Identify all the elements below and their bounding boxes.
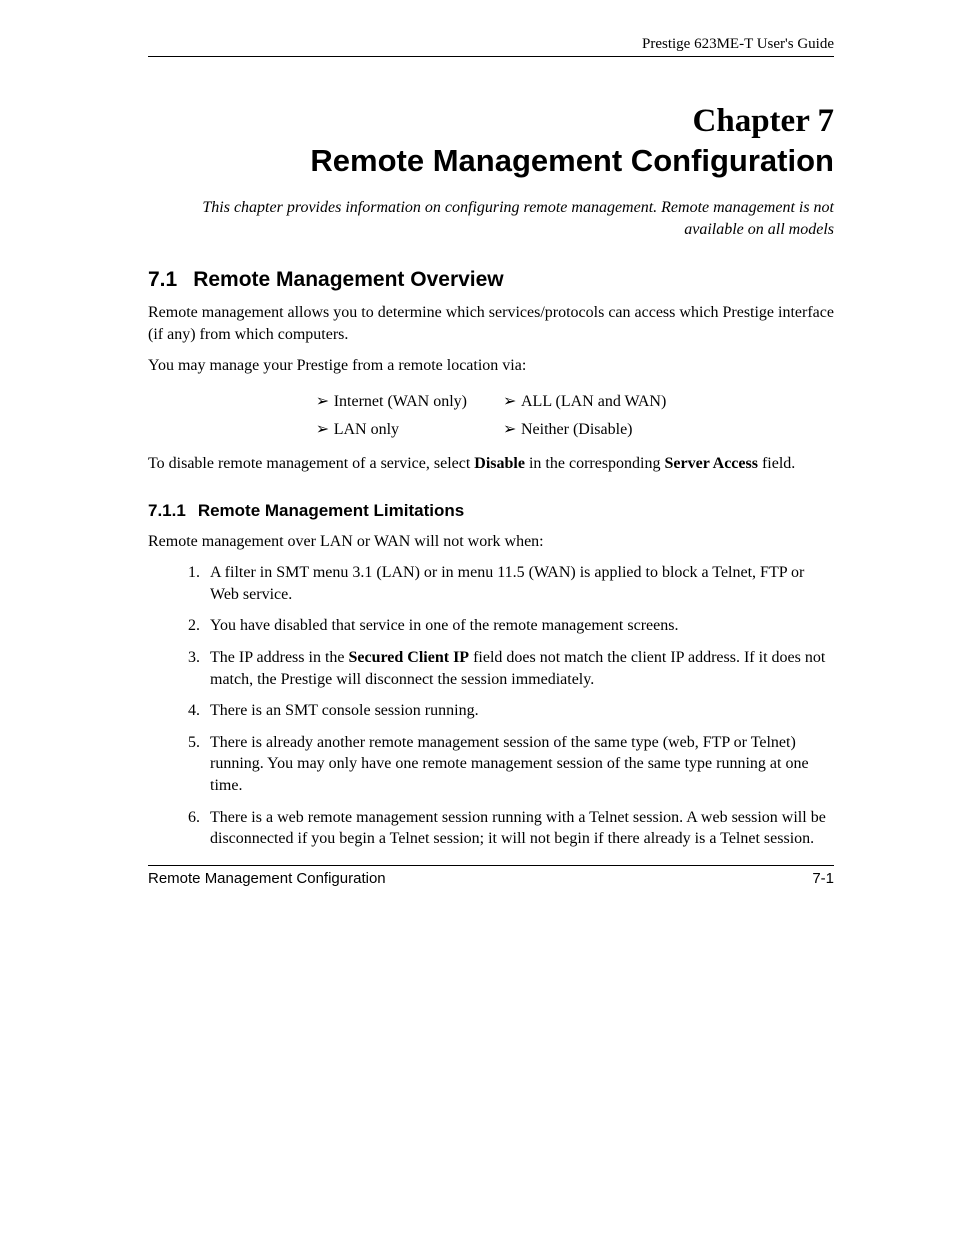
list-item: A filter in SMT menu 3.1 (LAN) or in men… (204, 562, 834, 605)
paragraph: Remote management over LAN or WAN will n… (148, 531, 834, 553)
page-footer: Remote Management Configuration 7-1 (148, 865, 834, 887)
paragraph: Remote management allows you to determin… (148, 302, 834, 345)
section-number: 7.1 (148, 268, 177, 291)
section-heading: 7.1 Remote Management Overview (148, 268, 834, 292)
bold-term: Server Access (665, 455, 758, 472)
triangle-right-icon: ➢ (503, 391, 521, 411)
header-text: Prestige 623ME-T User's Guide (642, 36, 834, 52)
footer-page-number: 7-1 (812, 870, 834, 887)
triangle-right-icon: ➢ (316, 391, 334, 411)
page: Prestige 623ME-T User's Guide Chapter 7 … (0, 0, 954, 1235)
list-item: The IP address in the Secured Client IP … (204, 647, 834, 690)
list-item: There is already another remote manageme… (204, 732, 834, 797)
subsection-number: 7.1.1 (148, 501, 186, 520)
list-item: There is a web remote management session… (204, 807, 834, 850)
list-item: You have disabled that service in one of… (204, 615, 834, 637)
option-item: Internet (WAN only) (334, 393, 467, 410)
bold-term: Disable (474, 455, 525, 472)
subsection-title: Remote Management Limitations (198, 501, 464, 520)
triangle-right-icon: ➢ (316, 419, 334, 439)
option-item: ALL (LAN and WAN) (521, 393, 666, 410)
subsection-heading: 7.1.1 Remote Management Limitations (148, 501, 834, 521)
section-title: Remote Management Overview (193, 268, 503, 291)
bold-term: Secured Client IP (348, 649, 469, 666)
chapter-intro: This chapter provides information on con… (148, 197, 834, 240)
options-list: ➢Internet (WAN only) ➢ALL (LAN and WAN) … (298, 387, 685, 443)
numbered-list: A filter in SMT menu 3.1 (LAN) or in men… (148, 562, 834, 850)
paragraph: You may manage your Prestige from a remo… (148, 355, 834, 377)
triangle-right-icon: ➢ (503, 419, 521, 439)
chapter-name: Remote Management Configuration (148, 142, 834, 181)
paragraph: To disable remote management of a servic… (148, 453, 834, 475)
running-header: Prestige 623ME-T User's Guide (148, 36, 834, 57)
chapter-title-block: Chapter 7 Remote Management Configuratio… (148, 101, 834, 181)
footer-left: Remote Management Configuration (148, 870, 386, 887)
list-item: There is an SMT console session running. (204, 700, 834, 722)
option-item: Neither (Disable) (521, 421, 633, 438)
option-item: LAN only (334, 421, 399, 438)
chapter-number: Chapter 7 (148, 101, 834, 142)
